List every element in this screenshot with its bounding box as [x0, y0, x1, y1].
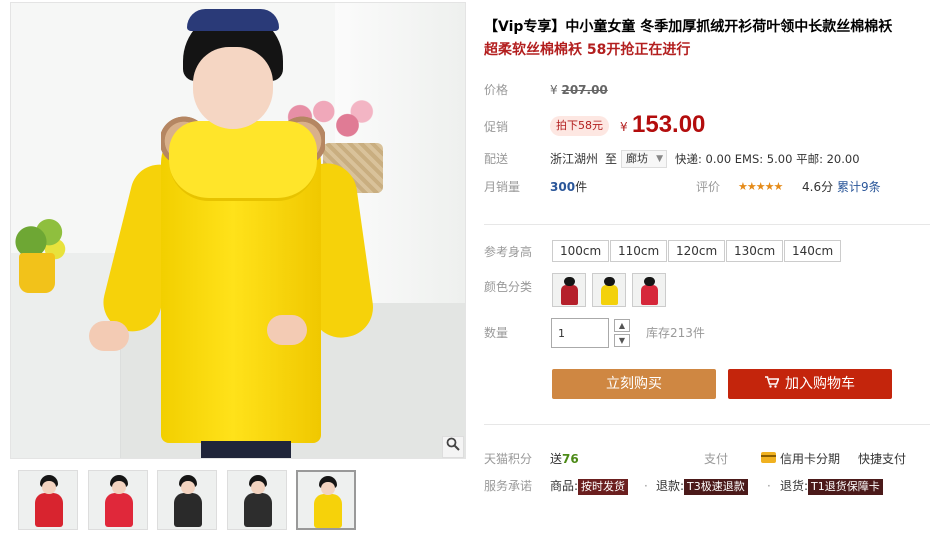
- service-goods: 商品: 按时发货: [550, 476, 629, 496]
- color-swatch-head: [604, 277, 615, 286]
- monthly-sales-unit: 件: [575, 180, 588, 194]
- model-headband: [187, 9, 279, 31]
- photo-plant-pot: [19, 253, 55, 293]
- size-option[interactable]: 100cm: [552, 240, 610, 262]
- quantity-decrease-button[interactable]: ▼: [614, 334, 630, 347]
- quantity-increase-button[interactable]: ▲: [614, 319, 630, 332]
- thumbnail-coat: [35, 493, 63, 527]
- shipping-fees: 快递: 0.00 EMS: 5.00 平邮: 20.00: [675, 152, 860, 166]
- credit-card-icon: [761, 452, 776, 463]
- price-label: 价格: [484, 83, 509, 97]
- quantity-input[interactable]: [551, 318, 609, 348]
- size-option[interactable]: 120cm: [668, 240, 726, 262]
- points-number: 76: [562, 452, 579, 466]
- thumbnail[interactable]: [88, 470, 148, 530]
- service-return: 退货: T1退货保障卡: [780, 476, 883, 496]
- main-product-photo[interactable]: [10, 2, 466, 459]
- size-option[interactable]: 140cm: [784, 240, 842, 262]
- thumbnail-face: [42, 481, 56, 494]
- promo-price: 153.00: [632, 111, 706, 138]
- product-title: 【Vip专享】中小童女童 冬季加厚抓绒开衫荷叶领中长款丝棉棉袄: [484, 19, 893, 35]
- product-info-panel: 【Vip专享】中小童女童 冬季加厚抓绒开衫荷叶领中长款丝棉棉袄 超柔软丝棉棉袄 …: [484, 0, 930, 540]
- color-swatch-head: [564, 277, 575, 286]
- model-right-hand: [267, 315, 307, 345]
- points-label: 天猫积分: [484, 452, 533, 466]
- monthly-sales-value: 300件: [550, 177, 587, 197]
- model-legs: [201, 441, 291, 458]
- points-prefix: 送: [550, 452, 563, 466]
- color-swatch-head: [644, 277, 655, 286]
- buy-now-button[interactable]: 立刻购买: [552, 369, 716, 399]
- thumbnail-coat: [105, 493, 133, 527]
- shipping-to-word: 至: [605, 152, 618, 166]
- service-refund: 退款: T3极速退款: [656, 476, 748, 496]
- separator-dot: ·: [644, 479, 648, 493]
- magnifier-icon[interactable]: [442, 436, 464, 458]
- chevron-down-icon: ▼: [656, 154, 663, 164]
- model-coat-collar: [169, 121, 317, 201]
- original-price-value: 207.00: [561, 83, 608, 97]
- color-option[interactable]: [592, 273, 626, 307]
- promo-label: 促销: [484, 120, 509, 134]
- service-refund-badge[interactable]: T3极速退款: [684, 479, 748, 495]
- size-option[interactable]: 110cm: [610, 240, 668, 262]
- size-label: 参考身高: [484, 245, 533, 259]
- model-left-hand: [89, 321, 129, 351]
- model-face: [193, 47, 273, 129]
- destination-select[interactable]: 廊坊 ▼: [621, 150, 667, 168]
- promo-price-currency: ¥: [620, 120, 628, 134]
- color-swatch: [561, 285, 578, 305]
- service-return-badge[interactable]: T1退货保障卡: [808, 479, 883, 495]
- separator-dot: ·: [767, 479, 771, 493]
- rating-score: 4.6分: [802, 180, 834, 194]
- destination-value: 廊坊: [626, 152, 648, 165]
- service-goods-badge[interactable]: 按时发货: [578, 479, 629, 495]
- divider: [484, 424, 930, 425]
- shipping-origin: 浙江湖州: [550, 152, 599, 166]
- monthly-sales-count: 300: [550, 180, 576, 194]
- thumbnail[interactable]: [227, 470, 287, 530]
- rating-label: 评价: [696, 180, 721, 194]
- size-option[interactable]: 130cm: [726, 240, 784, 262]
- thumbnail-face: [251, 481, 265, 494]
- payment-label: 支付: [704, 452, 729, 466]
- service-label: 服务承诺: [484, 479, 533, 493]
- color-option[interactable]: [632, 273, 666, 307]
- stock-count: 库存213件: [646, 326, 705, 340]
- monthly-sales-label: 月销量: [484, 180, 521, 194]
- thumbnail-coat: [174, 493, 202, 527]
- color-swatch: [601, 285, 618, 305]
- review-count-link[interactable]: 累计9条: [837, 177, 881, 197]
- thumbnail-face: [112, 481, 126, 494]
- original-price-currency: ¥: [550, 83, 558, 97]
- installment-link[interactable]: 信用卡分期: [780, 449, 840, 469]
- color-swatch: [641, 285, 658, 305]
- service-refund-prefix: 退款:: [656, 479, 685, 493]
- thumbnail-coat: [314, 494, 342, 528]
- thumbnail[interactable]: [296, 470, 356, 530]
- rating-stars-icon: ★★★★★: [738, 180, 783, 193]
- thumbnail-coat: [244, 493, 272, 527]
- thumbnail[interactable]: [18, 470, 78, 530]
- original-price: ¥ 207.00: [550, 80, 608, 100]
- thumbnail-face: [181, 481, 195, 494]
- thumbnail[interactable]: [157, 470, 217, 530]
- shipping-label: 配送: [484, 152, 509, 166]
- service-goods-prefix: 商品:: [550, 479, 579, 493]
- quantity-label: 数量: [484, 326, 509, 340]
- service-return-prefix: 退货:: [780, 479, 809, 493]
- add-to-cart-button[interactable]: 加入购物车: [728, 369, 892, 399]
- color-label: 颜色分类: [484, 280, 533, 294]
- thumbnail-face: [321, 482, 335, 495]
- points-value: 送76: [550, 449, 579, 469]
- product-subtitle: 超柔软丝棉棉袄 58开抢正在进行: [484, 42, 691, 58]
- color-option[interactable]: [552, 273, 586, 307]
- cart-icon: [765, 370, 780, 400]
- quick-pay-link[interactable]: 快捷支付: [858, 449, 906, 469]
- promo-badge: 拍下58元: [550, 116, 609, 136]
- divider: [484, 224, 930, 225]
- add-to-cart-label: 加入购物车: [785, 376, 855, 392]
